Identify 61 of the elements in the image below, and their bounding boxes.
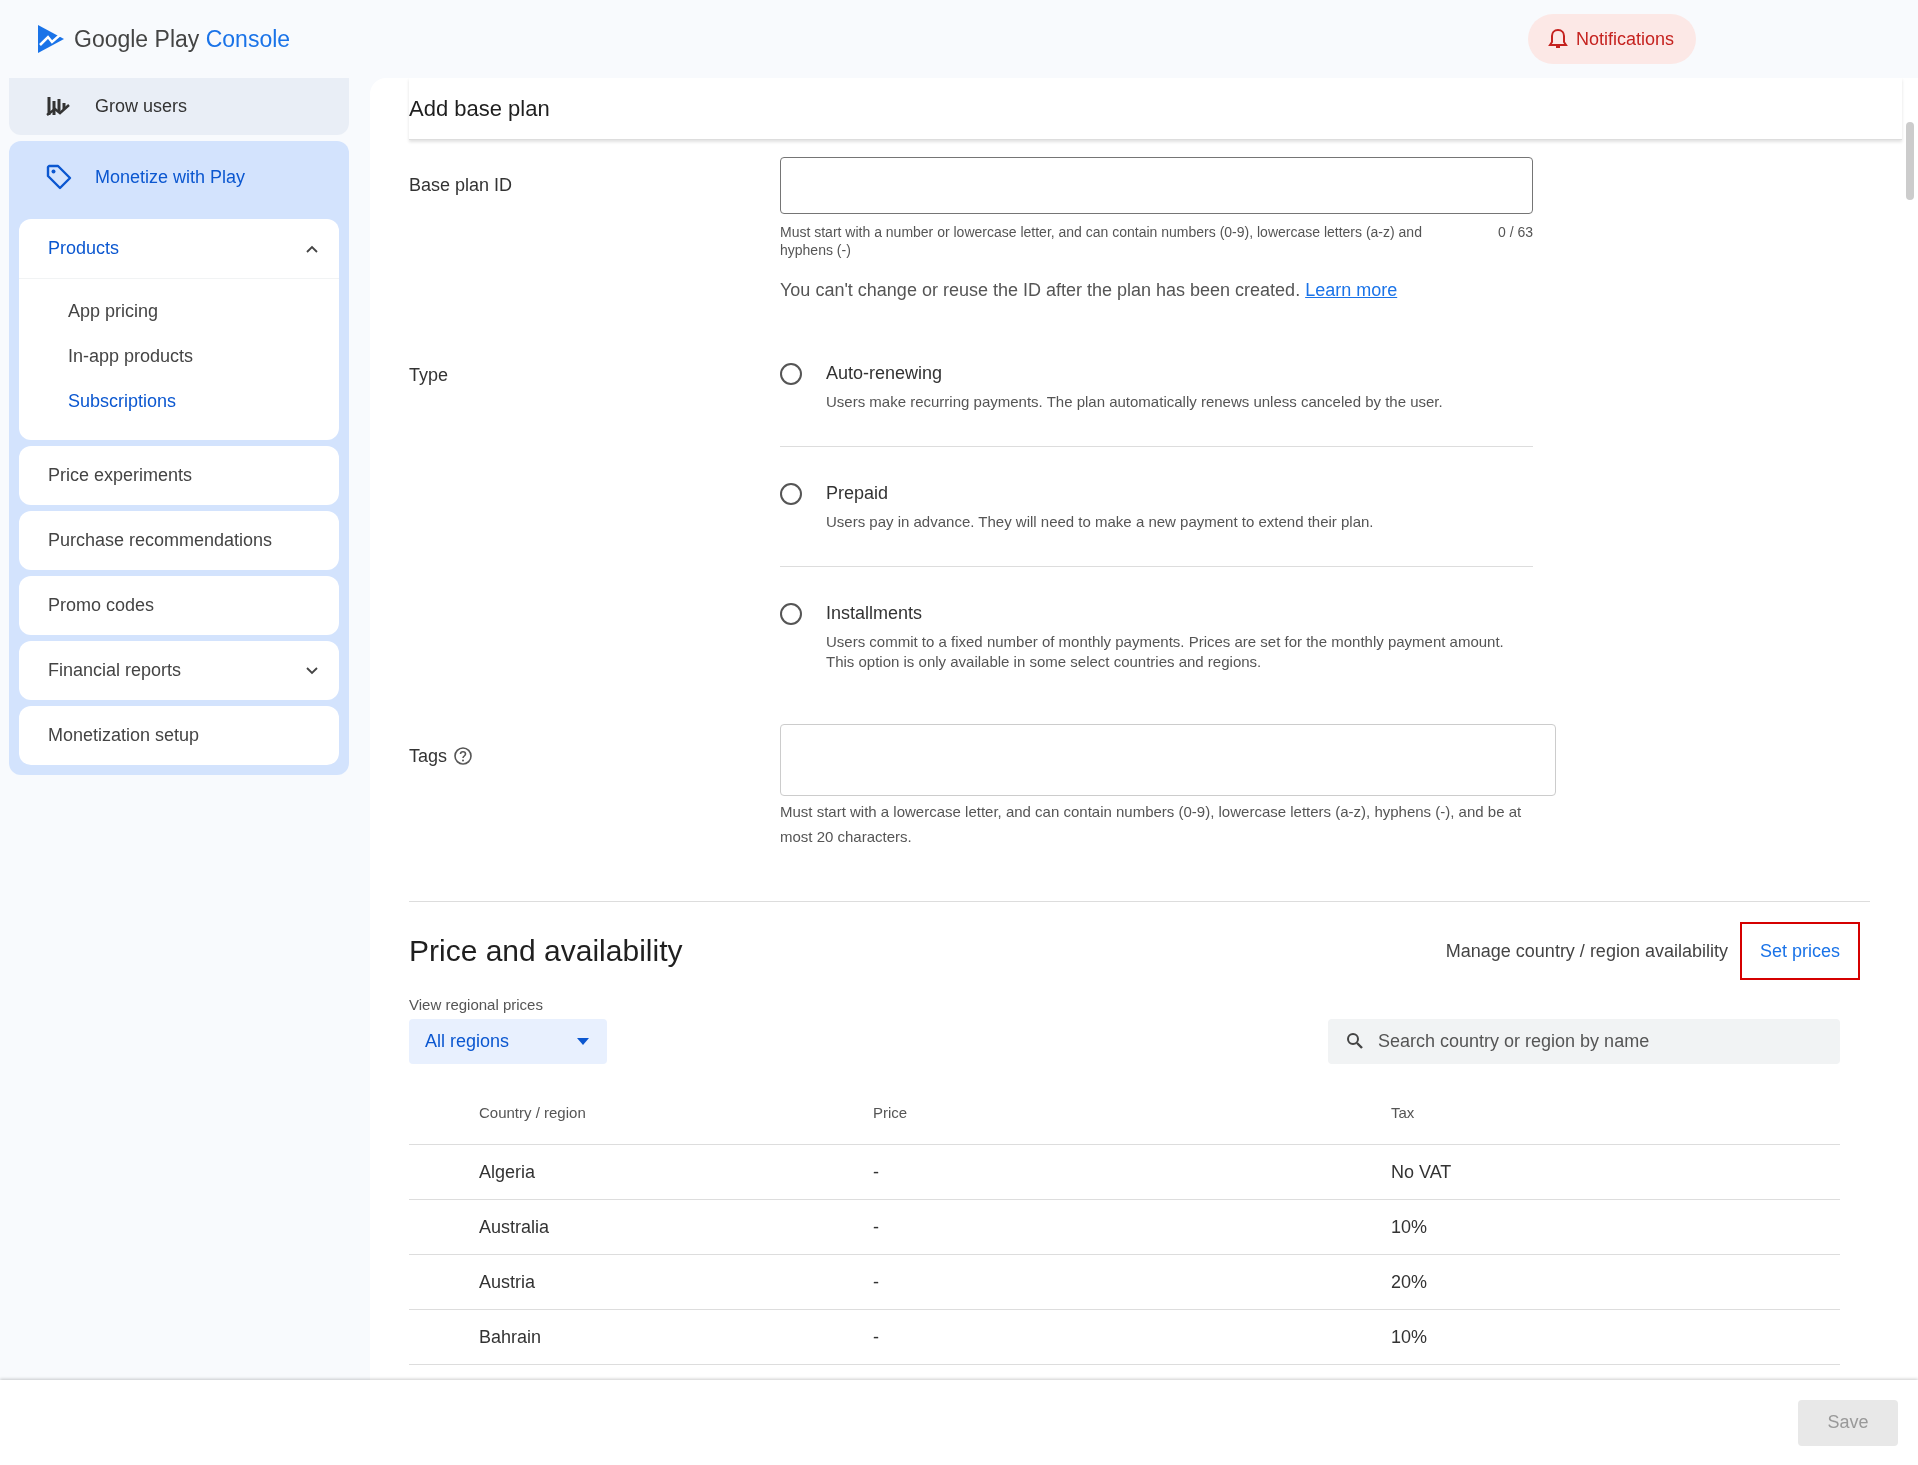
bell-icon [1547, 28, 1568, 50]
option-label: Installments [826, 603, 924, 624]
sidebar-subitem[interactable]: Subscriptions [19, 379, 339, 424]
scrollbar[interactable] [1906, 122, 1914, 200]
table-cell-text: Australia [479, 1216, 551, 1238]
sidebar-item[interactable]: Price experiments [19, 446, 339, 505]
table-cell-text: - [873, 1271, 880, 1293]
sidebar-subitem[interactable]: App pricing [19, 289, 339, 334]
option-description: Users make recurring payments. The plan automatically renews unless canceled by the user. [826, 392, 1443, 412]
chart-icon [45, 94, 71, 119]
region-dropdown[interactable]: All regions [409, 1019, 607, 1064]
caret-icon [577, 1038, 590, 1045]
field-label: Base plan ID [409, 174, 514, 197]
logo-text: Google Play Console [74, 25, 291, 53]
table-cell-text: 20% [1391, 1271, 1429, 1293]
character-counter: 0 / 63 [1497, 223, 1533, 242]
table-cell-text: 10% [1391, 1326, 1429, 1348]
field-label: Tags [409, 746, 448, 767]
note-text: You can't change or reuse the ID after the plan has been created. Learn more [780, 280, 1399, 301]
page-title: Add base plan [409, 78, 1902, 140]
input-field[interactable] [780, 724, 1556, 796]
radio-button[interactable] [780, 603, 802, 625]
set-prices-button[interactable]: Set prices [1739, 922, 1860, 980]
tag-icon [45, 163, 73, 191]
radio-button[interactable] [780, 483, 802, 505]
column-header: Country / region [479, 1104, 587, 1121]
option-label: Auto-renewing [826, 363, 944, 384]
column-header: Tax [1391, 1104, 1416, 1121]
notifications-button[interactable]: Notifications [1527, 14, 1696, 64]
table-cell-text: Austria [479, 1271, 537, 1293]
manage-availability-link[interactable]: Manage country / region availability [1445, 940, 1728, 962]
field-label: View regional prices [409, 996, 544, 1013]
search-field[interactable]: Search country or region by name [1328, 1019, 1840, 1064]
helper-text: Must start with a number or lowercase letter, and can contain numbers (0-9), lowercase letters (a-z) and hyphens (-) [780, 223, 1423, 259]
table-cell-text: Bahrain [479, 1326, 543, 1348]
help-icon[interactable] [453, 746, 474, 766]
sidebar-item[interactable]: Products [19, 219, 339, 278]
sidebar-item[interactable]: Monetization setup [19, 706, 339, 765]
table-cell-text: - [873, 1216, 880, 1238]
sidebar-item[interactable]: Monetize with Play [19, 141, 339, 213]
input-field[interactable] [780, 157, 1533, 214]
play-logo-icon [36, 23, 66, 55]
table-cell-text: - [873, 1161, 880, 1183]
learn-more-link[interactable]: Learn more [1305, 280, 1398, 300]
table-cell-text: No VAT [1391, 1161, 1453, 1183]
sidebar-subitem[interactable]: In-app products [19, 334, 339, 379]
table-cell-text: - [873, 1326, 880, 1348]
field-label: Type [409, 364, 450, 387]
section-title: Price and availability [409, 934, 683, 968]
table-cell-text: 10% [1391, 1216, 1429, 1238]
option-description: Users pay in advance. They will need to make a new payment to extend their plan. [826, 512, 1374, 532]
sidebar-item[interactable]: Financial reports [19, 641, 339, 700]
sidebar-item[interactable]: Promo codes [19, 576, 339, 635]
sidebar-item[interactable]: Purchase recommendations [19, 511, 339, 570]
option-description: Users commit to a fixed number of monthly payments. Prices are set for the monthly payment amount. This option is only available in some select countries and regions. [826, 632, 1505, 672]
sidebar-item[interactable]: Grow users [9, 78, 349, 135]
radio-button[interactable] [780, 363, 802, 385]
helper-text: Must start with a lowercase letter, and can contain numbers (0-9), lowercase letters (a-z), hyphens (-), and be at most 20 characters. [780, 802, 1523, 847]
option-label: Prepaid [826, 483, 890, 504]
column-header: Price [873, 1104, 909, 1121]
table-cell-text: Algeria [479, 1161, 537, 1183]
